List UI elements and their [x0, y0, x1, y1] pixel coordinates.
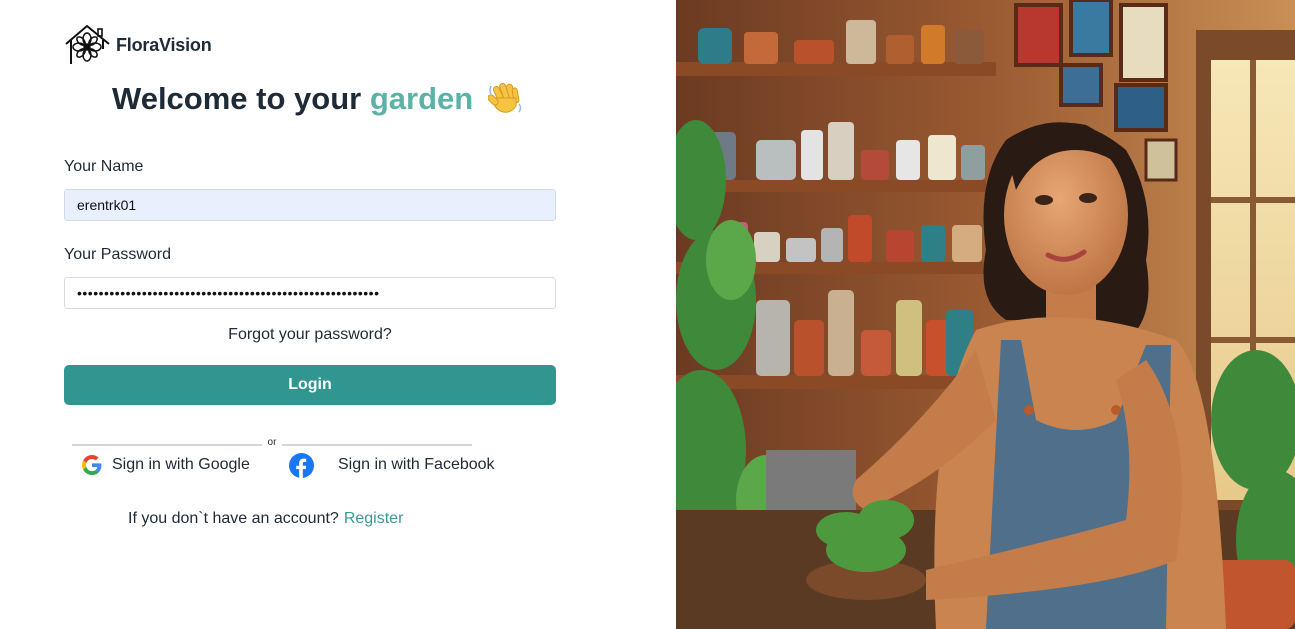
divider-left	[72, 444, 262, 446]
name-input[interactable]	[64, 189, 556, 221]
facebook-icon	[289, 452, 314, 478]
password-label: Your Password	[64, 246, 172, 263]
hero-image	[676, 0, 1295, 629]
waving-hand-icon	[487, 82, 522, 113]
google-icon	[82, 455, 102, 475]
google-signin-button[interactable]: Sign in with Google	[82, 452, 250, 478]
facebook-signin-button[interactable]: Sign in with Facebook	[289, 452, 495, 478]
divider-or-text: or	[267, 437, 277, 448]
page-title: Welcome to your garden	[112, 80, 524, 117]
password-input[interactable]	[64, 277, 556, 309]
house-flower-icon	[65, 25, 110, 64]
register-link[interactable]: Register	[344, 510, 404, 527]
forgot-password-link[interactable]: Forgot your password?	[64, 326, 556, 344]
facebook-signin-label: Sign in with Facebook	[338, 456, 495, 473]
register-prompt-text: If you don`t have an account?	[128, 510, 339, 527]
login-button[interactable]: Login	[64, 365, 556, 405]
login-panel: FloraVision Welcome to your garden Your …	[0, 0, 676, 629]
google-signin-label: Sign in with Google	[112, 456, 250, 473]
title-prefix: Welcome to your	[112, 81, 362, 116]
brand-logo[interactable]: FloraVision	[63, 23, 212, 67]
brand-name: FloraVision	[116, 34, 212, 55]
name-label: Your Name	[64, 158, 144, 175]
divider-right	[282, 444, 472, 446]
register-prompt: If you don`t have an account? Register	[128, 510, 403, 528]
title-accent: garden	[369, 81, 474, 116]
hero-illustration	[676, 0, 1295, 629]
